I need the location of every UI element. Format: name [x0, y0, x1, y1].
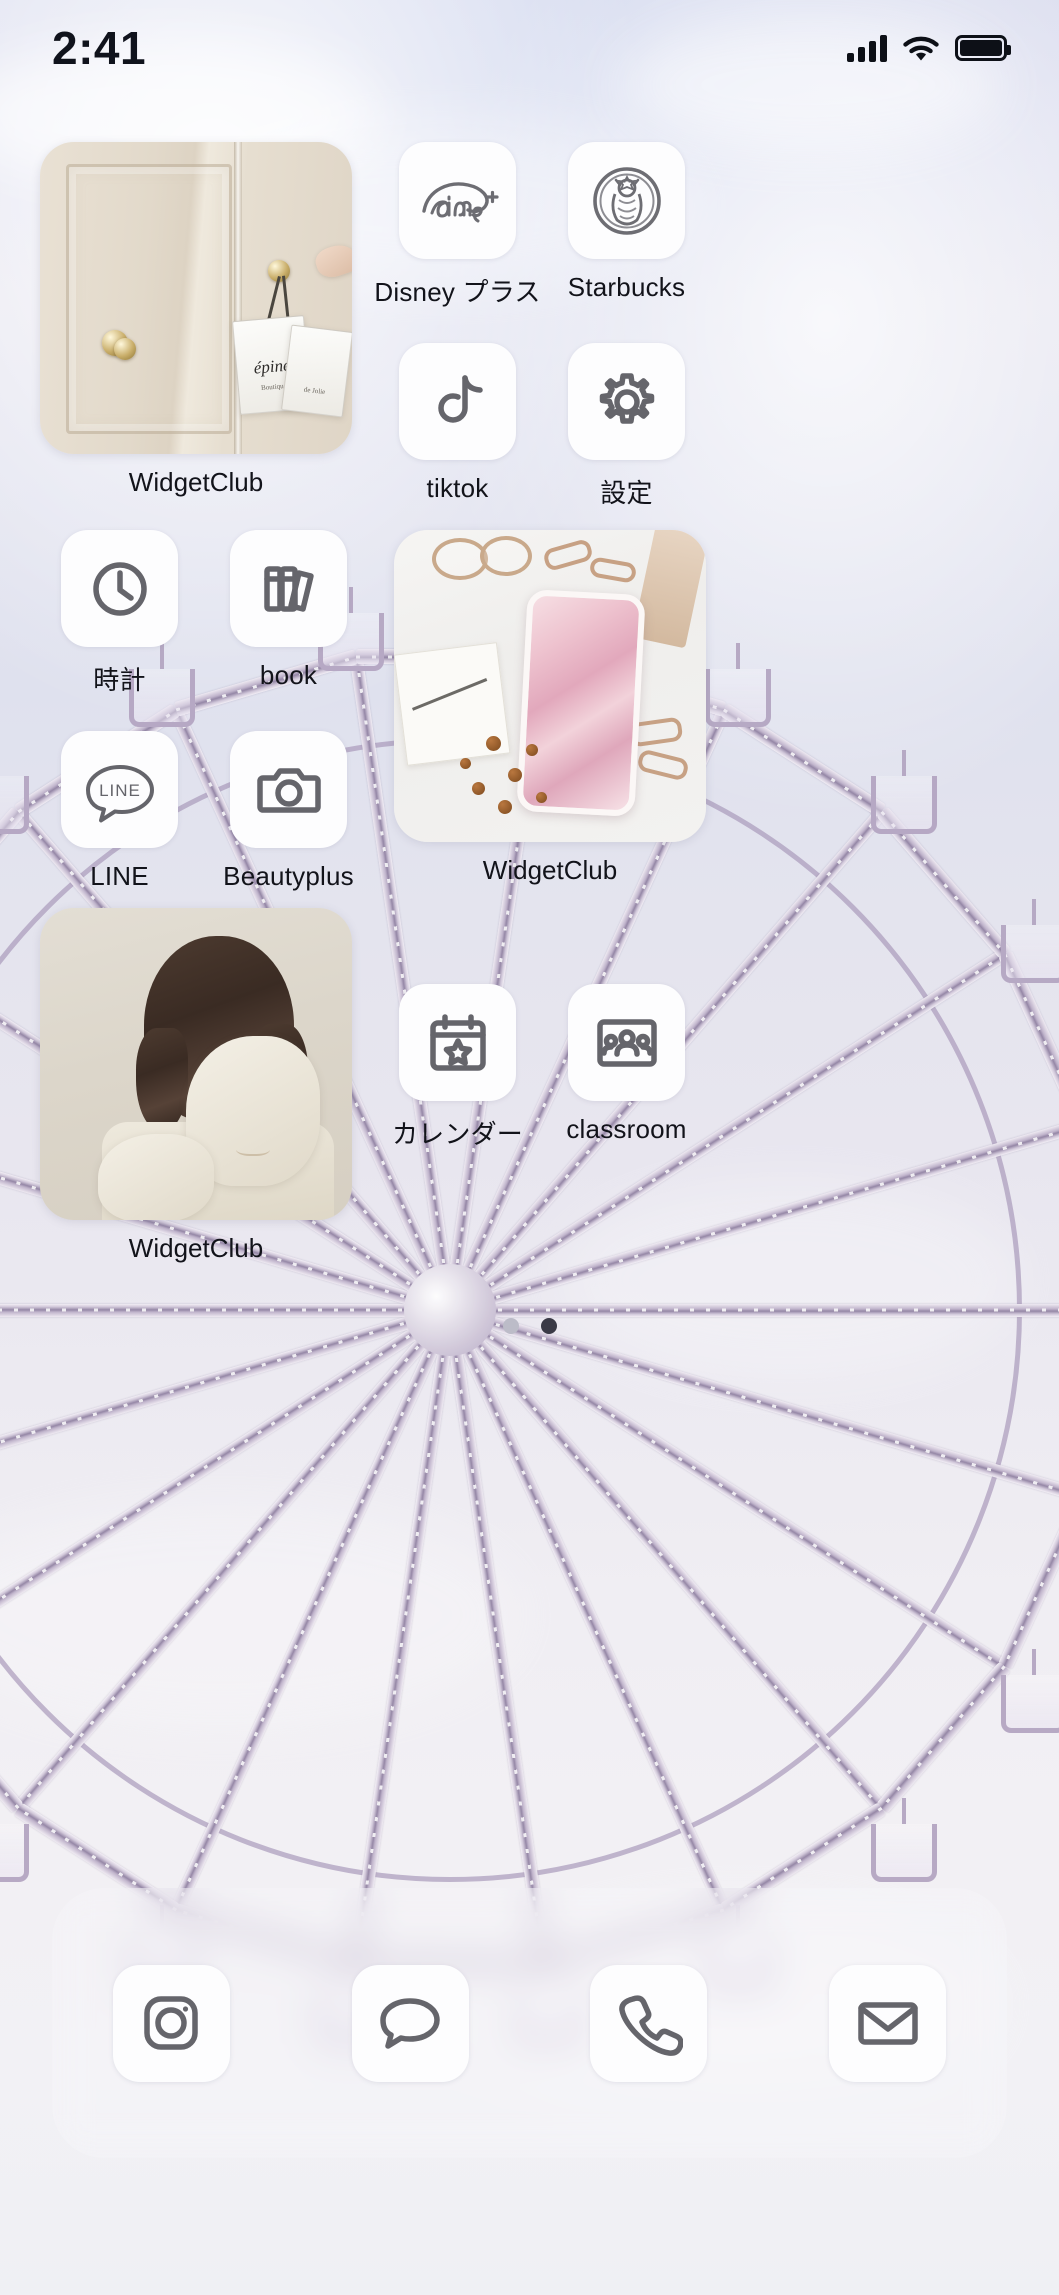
widget-widgetclub-girl[interactable]: WidgetClub	[40, 908, 352, 1264]
clock-icon[interactable]	[61, 530, 178, 647]
app-label: カレンダー	[391, 1119, 523, 1149]
dock-item-mail[interactable]	[829, 1964, 947, 2082]
ferris-wheel-cabin	[1000, 924, 1059, 983]
widget-label: WidgetClub	[482, 855, 618, 885]
line-chat-icon[interactable]: LINE	[61, 731, 178, 848]
ferris-wheel-cabin	[1000, 1675, 1059, 1734]
tiktok-note-icon[interactable]	[399, 343, 516, 460]
status-bar-indicators	[847, 34, 1011, 62]
app-label: Beautyplus	[223, 861, 354, 891]
page-dot-active[interactable]	[540, 1318, 557, 1334]
classroom-people-icon[interactable]	[568, 984, 685, 1101]
app-classroom[interactable]: classroom	[547, 984, 706, 1151]
app-book[interactable]: book	[209, 530, 368, 697]
app-beautyplus[interactable]: Beautyplus	[209, 731, 368, 892]
girl-photo	[40, 908, 352, 1220]
app-label: 時計	[93, 665, 146, 695]
app-label: book	[259, 660, 318, 690]
disney-plus-icon[interactable]	[399, 142, 516, 259]
camera-icon[interactable]	[230, 731, 347, 848]
ferris-wheel-hub	[404, 1264, 496, 1356]
widget-widgetclub-door[interactable]: épine Boutique de Jolie WidgetClub	[40, 142, 352, 510]
widget-photo-door[interactable]: épine Boutique de Jolie	[40, 142, 352, 454]
ferris-wheel-spoke	[0, 1303, 450, 1317]
widget-photo-girl[interactable]	[40, 908, 352, 1220]
app-label: classroom	[566, 1114, 687, 1144]
battery-full-icon	[955, 35, 1011, 61]
page-dot[interactable]	[502, 1318, 519, 1334]
widget-widgetclub-desk[interactable]: WidgetClub	[394, 530, 706, 892]
app-line[interactable]: LINE LINE	[40, 731, 199, 892]
app-label: 設定	[600, 478, 653, 508]
dock	[52, 1888, 1007, 2158]
line-icon-text: LINE	[99, 781, 141, 800]
app-settings[interactable]: 設定	[547, 343, 706, 510]
page-indicator[interactable]	[0, 1318, 1059, 1334]
widget-label: WidgetClub	[128, 467, 264, 497]
app-calendar[interactable]: カレンダー	[378, 984, 537, 1151]
desk-flatlay-photo	[394, 530, 706, 842]
ferris-wheel-cabin	[0, 775, 29, 834]
ferris-wheel-cabin	[871, 775, 938, 834]
app-label: LINE	[90, 861, 149, 891]
dock-item-messages[interactable]	[351, 1964, 469, 2082]
ferris-wheel-cabin	[871, 1824, 938, 1883]
app-label: Starbucks	[567, 272, 686, 302]
app-tiktok[interactable]: tiktok	[378, 343, 537, 510]
app-clock[interactable]: 時計	[40, 530, 199, 697]
signal-bars-icon	[847, 34, 887, 62]
door-photo: épine Boutique de Jolie	[40, 142, 352, 454]
ferris-wheel-cabin	[0, 1824, 29, 1883]
widget-photo-desk[interactable]	[394, 530, 706, 842]
calendar-star-icon[interactable]	[399, 984, 516, 1101]
ferris-wheel-cabin	[705, 668, 772, 727]
widget-label: WidgetClub	[128, 1233, 264, 1263]
starbucks-siren-icon[interactable]	[568, 142, 685, 259]
gear-icon[interactable]	[568, 343, 685, 460]
ferris-wheel-spoke	[450, 1303, 1059, 1317]
status-bar-time: 2:41	[52, 22, 147, 74]
books-icon[interactable]	[230, 530, 347, 647]
app-disney-plus[interactable]: Disney プラス	[374, 142, 540, 309]
wifi-icon	[903, 36, 939, 60]
app-label: tiktok	[426, 473, 489, 503]
dock-item-phone[interactable]	[590, 1964, 708, 2082]
app-label: Disney プラス	[374, 277, 541, 307]
app-starbucks[interactable]: Starbucks	[547, 142, 706, 309]
status-bar: 2:41	[0, 0, 1059, 96]
dock-item-instagram[interactable]	[112, 1964, 230, 2082]
